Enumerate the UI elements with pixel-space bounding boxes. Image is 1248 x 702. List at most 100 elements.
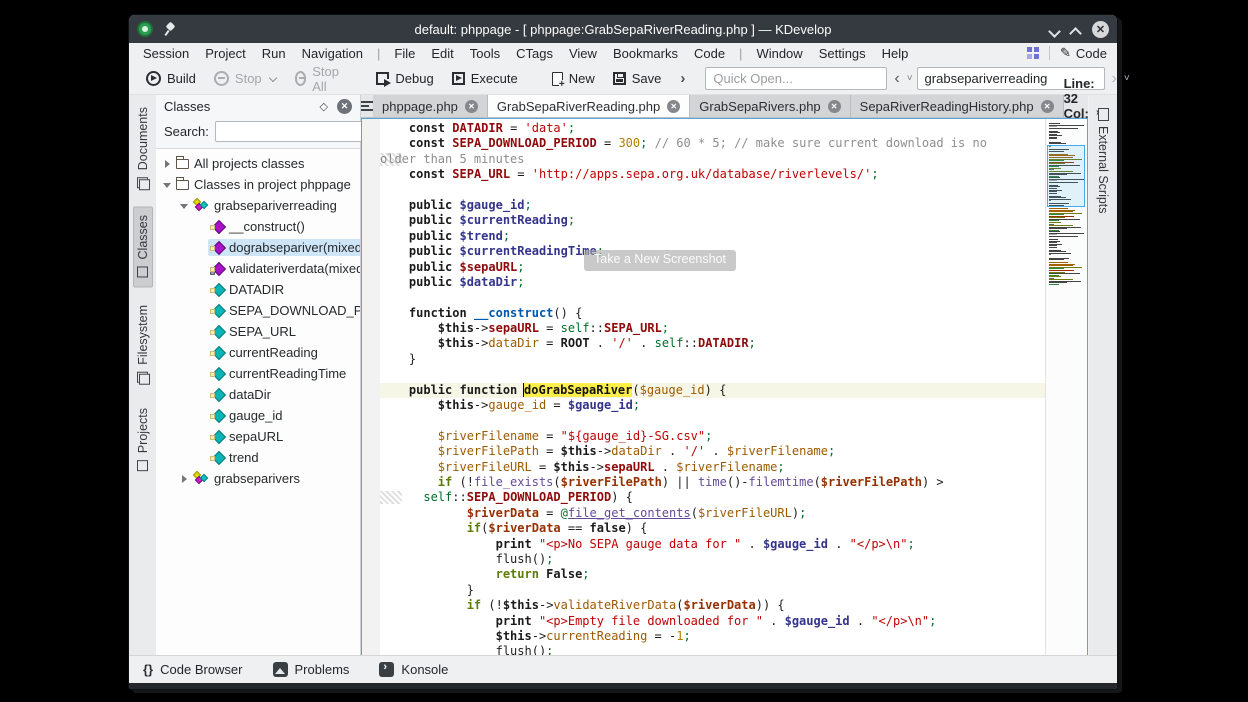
toolbar-overflow-button[interactable]: ›	[672, 70, 693, 87]
field-icon	[210, 431, 224, 443]
menu-bookmarks[interactable]: Bookmarks	[605, 46, 686, 61]
minimize-button[interactable]	[1050, 25, 1059, 34]
close-tab-icon[interactable]: ✕	[1041, 100, 1054, 113]
expander-icon[interactable]	[179, 200, 191, 212]
maximize-button[interactable]	[1071, 25, 1080, 34]
close-tab-icon[interactable]: ✕	[828, 100, 841, 113]
stop-button[interactable]: Stop	[207, 68, 284, 89]
menu-window[interactable]: Window	[748, 46, 810, 61]
tree-item-sepa-download-period[interactable]: SEPA_DOWNLOAD_PERIOD	[156, 300, 360, 321]
menu-settings[interactable]: Settings	[811, 46, 874, 61]
editor-tab-phppage.php[interactable]: phppage.php✕	[373, 95, 488, 117]
fold-margin[interactable]	[362, 119, 380, 656]
dock-tab-filesystem[interactable]: Filesystem	[134, 297, 152, 392]
new-file-icon	[552, 72, 563, 86]
pen-icon: ✎	[1060, 45, 1071, 61]
tree-item-classes-in-project-phppage[interactable]: Classes in project phppage	[156, 174, 360, 195]
dock-tab-classes[interactable]: Classes	[133, 206, 153, 287]
field-icon	[210, 410, 224, 422]
tree-item-datadir[interactable]: DATADIR	[156, 279, 360, 300]
menu-help[interactable]: Help	[874, 46, 917, 61]
area-grid-icon[interactable]	[1027, 47, 1039, 59]
expander-icon[interactable]	[179, 473, 191, 485]
menu-edit[interactable]: Edit	[423, 46, 461, 61]
window-bottom-edge	[129, 683, 1117, 689]
history-forward-dropdown-icon[interactable]: ˅	[1124, 73, 1130, 84]
save-button[interactable]: Save	[606, 68, 669, 89]
editor-tab-separiverreadinghistory.php[interactable]: SepaRiverReadingHistory.php✕	[851, 95, 1064, 117]
folder-icon	[176, 180, 189, 190]
editor-tab-grabseparivers.php[interactable]: GrabSepaRivers.php✕	[690, 95, 850, 117]
history-back-button[interactable]: ‹	[891, 70, 902, 88]
tree-item-label: Classes in project phppage	[194, 177, 351, 192]
dock-tab-projects[interactable]: Projects	[134, 400, 152, 480]
tree-item-trend[interactable]: trend	[156, 447, 360, 468]
tree-item--construct-[interactable]: __construct()	[156, 216, 360, 237]
close-button[interactable]: ✕	[1092, 21, 1109, 38]
close-tab-icon[interactable]: ✕	[465, 100, 478, 113]
tree-item-grabsepariverreading[interactable]: grabsepariverreading	[156, 195, 360, 216]
tree-item-label: currentReadingTime	[229, 366, 346, 381]
expander-spacer	[196, 221, 208, 233]
document-list-icon	[361, 101, 373, 111]
stop-all-button[interactable]: Stop All	[288, 61, 350, 97]
tree-item-dograbsepariver-mixed-[interactable]: dograbsepariver(mixed)	[156, 237, 360, 258]
kdevelop-window: default: phppage - [ phppage:GrabSepaRiv…	[128, 14, 1118, 690]
minimap-viewport[interactable]	[1047, 145, 1085, 207]
menu-ctags[interactable]: CTags	[508, 46, 561, 61]
area-switcher-code[interactable]: ✎ Code	[1060, 45, 1107, 61]
tree-item-validateriverdata-mixed-[interactable]: validateriverdata(mixed)	[156, 258, 360, 279]
code-line: public $currentReading;	[380, 213, 1045, 228]
tree-item-label: sepaURL	[229, 429, 283, 444]
code-line: public $dataDir;	[380, 275, 1045, 290]
tree-item-sepaurl[interactable]: sepaURL	[156, 426, 360, 447]
folder-icon	[176, 159, 189, 169]
menu-project[interactable]: Project	[197, 46, 253, 61]
expander-spacer	[196, 431, 208, 443]
bottom-tab-code-browser[interactable]: {}Code Browser	[143, 662, 243, 677]
document-list-button[interactable]	[361, 95, 373, 117]
close-tab-icon[interactable]: ✕	[667, 100, 680, 113]
close-panel-icon[interactable]: ✕	[337, 99, 352, 114]
editor-tab-grabsepariverreading.php[interactable]: GrabSepaRiverReading.php✕	[488, 95, 690, 117]
detach-panel-icon[interactable]: ◇	[320, 100, 328, 113]
build-button[interactable]: Build	[139, 68, 203, 89]
tree-item-currentreadingtime[interactable]: currentReadingTime	[156, 363, 360, 384]
menu-file[interactable]: File	[386, 46, 423, 61]
tree-item-datadir[interactable]: dataDir	[156, 384, 360, 405]
code-line: public function doGrabSepaRiver($gauge_i…	[380, 383, 1045, 398]
menu-tools[interactable]: Tools	[462, 46, 508, 61]
execute-button[interactable]: Execute	[445, 68, 525, 89]
expander-icon[interactable]	[162, 179, 174, 191]
tree-item-gauge-id[interactable]: gauge_id	[156, 405, 360, 426]
debug-button[interactable]: Debug	[369, 68, 440, 89]
bottom-tab-problems[interactable]: Problems	[273, 662, 350, 677]
code-editor[interactable]: const DATADIR = 'data'; const SEPA_DOWNL…	[361, 118, 1088, 657]
quick-open-input[interactable]	[705, 67, 887, 90]
problems-icon	[273, 662, 288, 677]
dock-tab-documents[interactable]: Documents	[134, 99, 152, 197]
new-button[interactable]: New	[545, 68, 602, 89]
menu-navigation[interactable]: Navigation	[294, 46, 371, 61]
code-line: $riverData = @file_get_contents($riverFi…	[380, 506, 1045, 521]
bottom-tab-konsole[interactable]: Konsole	[379, 662, 448, 677]
method-icon	[210, 242, 224, 254]
pin-icon[interactable]	[163, 22, 177, 36]
kdevelop-logo-icon	[137, 21, 153, 37]
tree-item-sepa-url[interactable]: SEPA_URL	[156, 321, 360, 342]
stop-dropdown-icon[interactable]	[270, 75, 277, 82]
expander-spacer	[196, 368, 208, 380]
menu-run[interactable]: Run	[254, 46, 294, 61]
history-back-dropdown-icon[interactable]: ˅	[907, 73, 913, 84]
menu-session[interactable]: Session	[135, 46, 197, 61]
expander-spacer	[196, 242, 208, 254]
tree-item-all-projects-classes[interactable]: All projects classes	[156, 153, 360, 174]
tree-item-grabseparivers[interactable]: grabseparivers	[156, 468, 360, 489]
menu-view[interactable]: View	[561, 46, 605, 61]
history-forward-button[interactable]: ›	[1109, 70, 1120, 88]
expander-icon[interactable]	[162, 158, 174, 170]
tree-item-currentreading[interactable]: currentReading	[156, 342, 360, 363]
titlebar[interactable]: default: phppage - [ phppage:GrabSepaRiv…	[129, 15, 1117, 43]
minimap-scrollbar[interactable]	[1045, 119, 1087, 656]
menu-code[interactable]: Code	[686, 46, 733, 61]
